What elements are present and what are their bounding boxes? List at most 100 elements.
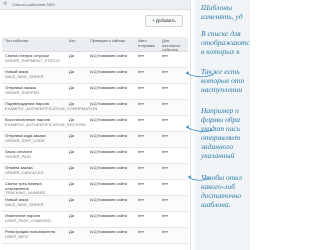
cell-auto-send: нет — [138, 133, 145, 138]
column-header-sites[interactable]: Привязан к сайтам — [90, 38, 132, 44]
table-row[interactable]: Отмена заказа ORDER_CANCELED Да [s1] Назван… — [2, 164, 188, 180]
plus-icon: + — [152, 18, 155, 23]
event-type-code: EXAMPLE_AUTHENTIFICATION_RESTORE — [5, 121, 86, 127]
table-row[interactable]: Восстановление пароля EXAMPLE_AUTHENTIFIC… — [2, 116, 188, 132]
table-row[interactable]: Смена трек-номера отправления TRACKING_NU… — [2, 180, 188, 196]
table-row[interactable]: Новый заказ SALE_NEW_ORDER Да [s1] Название… — [2, 68, 188, 84]
cell-auto-send: нет — [138, 117, 145, 122]
event-type-code: ORDER_CANCELED — [5, 169, 44, 175]
cell-type: Смена трек-номера отправления TRACKING_NU… — [5, 181, 65, 196]
table-row[interactable]: Изменение пароля USER_PASS_CHANGED Да [s1] … — [2, 212, 188, 228]
sms-templates-screen: ⚙ Список шаблонов SMS +Добавить Тип собы… — [0, 0, 250, 250]
cell-active: Да — [69, 117, 74, 122]
cell-auto-send: нет — [138, 197, 145, 202]
column-header-type[interactable]: Тип события — [5, 38, 28, 44]
cell-site: [s1] Название сайта — [90, 69, 128, 74]
cell-auto-send: нет — [138, 181, 145, 186]
table-row[interactable]: Отправка заказа ORDER_SHIPPED Да [s1] Назва… — [2, 84, 188, 100]
window-title: Список шаблонов SMS — [12, 2, 55, 7]
cell-type: Изменение пароля USER_PASS_CHANGED — [5, 213, 65, 223]
event-type-code: ORDER_SHIPPED — [5, 89, 40, 95]
column-header-auto[interactable]: Авто отправка — [138, 38, 158, 48]
help-overlay: Шаблоны изменять, уд В списке для отображаю… — [195, 0, 250, 250]
table-row[interactable]: Отправка кода заказа ORDER_SHIP_CODE Да [s1… — [2, 132, 188, 148]
cell-type: Заказ оплачен ORDER_PAID — [5, 149, 65, 159]
event-type-code: USER_INFO — [5, 233, 28, 239]
cell-mail-event: нет — [162, 101, 169, 106]
cell-mail-event: нет — [162, 117, 169, 122]
cell-mail-event: нет — [162, 133, 169, 138]
cell-mail-event: нет — [162, 149, 169, 154]
help-text-line: изменять, уд — [201, 12, 243, 21]
gear-icon[interactable]: ⚙ — [3, 0, 7, 9]
cell-active: Да — [69, 85, 74, 90]
cell-site: [s1] Название сайта — [90, 85, 128, 90]
cell-type: Отмена заказа ORDER_CANCELED — [5, 165, 65, 175]
cell-site: [s1] Название сайта — [90, 181, 128, 186]
cell-site: [s1] Название сайта — [90, 101, 128, 106]
cell-auto-send: нет — [138, 149, 145, 154]
templates-table: Тип события Акт. Привязан к сайтам Авто … — [2, 37, 188, 244]
cell-active: Да — [69, 229, 74, 234]
table-row[interactable]: Подтверждение пароля EXAMPLE_AUTHENTIFICA… — [2, 100, 188, 116]
cell-auto-send: нет — [138, 69, 145, 74]
help-text-line: в которых в — [201, 47, 240, 56]
event-type-code: SALE_NEW_ORDER — [5, 73, 44, 79]
cell-active: Да — [69, 53, 74, 58]
window-titlebar: ⚙ Список шаблонов SMS — [0, 0, 190, 10]
cell-auto-send: нет — [138, 53, 145, 58]
table-row[interactable]: Заказ оплачен ORDER_PAID Да [s1] Название с… — [2, 148, 188, 164]
cell-auto-send: нет — [138, 213, 145, 218]
cell-active: Да — [69, 181, 74, 186]
cell-active: Да — [69, 69, 74, 74]
cell-site: [s1] Название сайта — [90, 133, 128, 138]
column-header-active[interactable]: Акт. — [69, 38, 76, 44]
cell-auto-send: нет — [138, 165, 145, 170]
cell-mail-event: нет — [162, 197, 169, 202]
cell-type: Смена статуса отгрузки ORDER_SHIPMENT_STA… — [5, 53, 65, 63]
cell-mail-event: нет — [162, 53, 169, 58]
cell-site: [s1] Название сайта — [90, 229, 128, 234]
add-button[interactable]: +Добавить — [145, 15, 183, 27]
help-text-line: шаблона. — [201, 200, 231, 209]
cell-site: [s1] Название сайта — [90, 53, 128, 58]
cell-site: [s1] Название сайта — [90, 149, 128, 154]
cell-auto-send: нет — [138, 229, 145, 234]
table-body: Смена статуса отгрузки ORDER_SHIPMENT_STA… — [2, 52, 188, 244]
table-row[interactable]: Новый заказ SALE_NEW_ORDER Да [s1] Название… — [2, 196, 188, 212]
event-type-code: EXAMPLE_AUTHENTIFICATION_CONFIRMATION — [5, 105, 98, 111]
cell-site: [s1] Название сайта — [90, 165, 128, 170]
cell-mail-event: нет — [162, 85, 169, 90]
cell-type: Отправка заказа ORDER_SHIPPED — [5, 85, 65, 95]
event-type-code: ORDER_SHIPMENT_STATUS — [5, 57, 60, 63]
table-header: Тип события Акт. Привязан к сайтам Авто … — [2, 37, 188, 52]
cell-type: Регистрация пользователя USER_INFO — [5, 229, 65, 239]
cell-active: Да — [69, 133, 74, 138]
cell-mail-event: нет — [162, 213, 169, 218]
toolbar: +Добавить — [0, 10, 190, 30]
cell-active: Да — [69, 149, 74, 154]
table-row[interactable]: Смена статуса отгрузки ORDER_SHIPMENT_STA… — [2, 52, 188, 68]
cell-active: Да — [69, 165, 74, 170]
cell-auto-send: нет — [138, 101, 145, 106]
cell-mail-event: нет — [162, 181, 169, 186]
table-row[interactable]: Регистрация пользователя USER_INFO Да [s1] … — [2, 228, 188, 244]
cell-auto-send: нет — [138, 85, 145, 90]
event-type-code: ORDER_SHIP_CODE — [5, 137, 45, 143]
cell-site: [s1] Название сайта — [90, 117, 128, 122]
cell-mail-event: нет — [162, 165, 169, 170]
cell-site: [s1] Название сайта — [90, 213, 128, 218]
cell-type: Новый заказ SALE_NEW_ORDER — [5, 197, 65, 207]
event-type-code: SALE_NEW_ORDER — [5, 201, 44, 207]
cell-mail-event: нет — [162, 69, 169, 74]
cell-type: Отправка кода заказа ORDER_SHIP_CODE — [5, 133, 65, 143]
cell-active: Да — [69, 101, 74, 106]
cell-mail-event: нет — [162, 229, 169, 234]
divider — [190, 0, 191, 250]
cell-active: Да — [69, 197, 74, 202]
add-button-label: Добавить — [155, 18, 176, 23]
column-header-mail-event[interactable]: Для почтового события — [162, 38, 188, 53]
cell-active: Да — [69, 213, 74, 218]
event-type-code: USER_PASS_CHANGED — [5, 217, 51, 223]
help-text-line: указанный — [201, 151, 235, 160]
